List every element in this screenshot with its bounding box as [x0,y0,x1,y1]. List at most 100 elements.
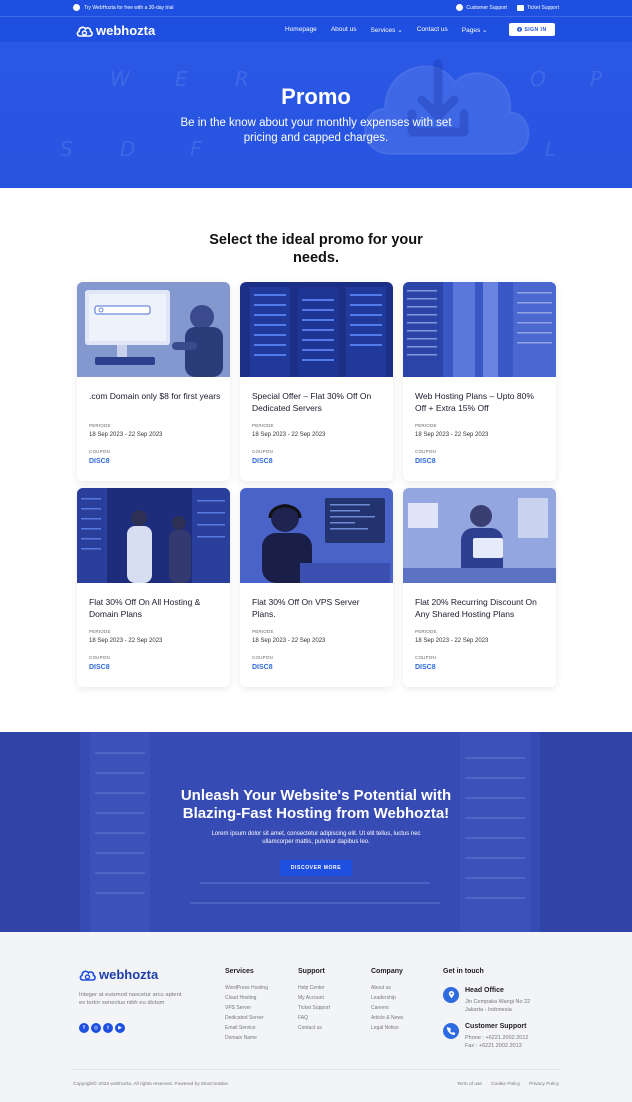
period-value: 18 Sep 2023 - 22 Sep 2023 [252,638,326,644]
chevron-down-icon: ⌄ [482,27,488,34]
footer-link[interactable]: Email Service [225,1023,268,1033]
nav-item-services-label: Services [370,27,396,34]
footer-link[interactable]: Ticket Support [298,1003,330,1013]
phone-icon [443,1023,459,1039]
terms-link[interactable]: Term of use [457,1082,482,1087]
footer-link[interactable]: Contact us [298,1023,330,1033]
head-office-address: Jln Cempaka Wangi No 22 [465,999,531,1005]
footer-link[interactable]: My Account [298,993,330,1003]
period-label: PERIODE [415,423,437,428]
period-label: PERIODE [89,423,111,428]
footer-link[interactable]: Domain Name [225,1033,268,1043]
cookie-policy-link[interactable]: Cookie Policy [491,1082,520,1087]
footer-link[interactable]: WordPress Hosting [225,983,268,993]
sign-in-button[interactable]: SIGN IN [509,23,555,36]
chat-icon [456,4,464,11]
promo-card[interactable]: Flat 30% Off On All Hosting & Domain Pla… [77,488,230,687]
footer-link[interactable]: FAQ [298,1013,330,1023]
footer-link[interactable]: Dedicated Server [225,1013,268,1023]
footer-link[interactable]: Help Center [298,983,330,993]
promo-card[interactable]: Special Offer – Flat 30% Off On Dedicate… [240,282,393,481]
cta-title: Unleash Your Website's Potential with Bl… [180,787,452,822]
promo-image [403,488,556,583]
trial-notice[interactable]: Try WebHozta for free with a 30-day tria… [73,4,173,11]
youtube-icon[interactable]: ▶ [115,1023,125,1033]
location-pin-icon [443,987,459,1003]
head-office-city: Jakarta - Indonesia [465,1007,512,1013]
customer-support-label: Customer Support [466,4,507,11]
coupon-code[interactable]: DISC8 [89,664,110,671]
twitter-icon[interactable]: t [103,1023,113,1033]
period-value: 18 Sep 2023 - 22 Sep 2023 [252,432,326,438]
logo-text: webhozta [96,23,156,38]
footer-column-title: Services [225,968,254,975]
footer-column-title: Company [371,968,403,975]
logo[interactable]: webhozta [76,23,155,38]
nav-item-about[interactable]: About us [331,26,357,34]
promo-card[interactable]: Flat 20% Recurring Discount On Any Share… [403,488,556,687]
hero-banner: S D F W E R O P L Promo Be in the know a… [0,42,632,188]
promo-card[interactable]: Web Hosting Plans – Upto 80% Off + Extra… [403,282,556,481]
footer-column-contact: Get in touch [443,968,484,983]
sign-in-label: SIGN IN [524,26,547,33]
promo-card[interactable]: Flat 30% Off On VPS Server Plans. PERIOD… [240,488,393,687]
social-links: f ◎ t ▶ [79,1023,125,1033]
user-icon [517,27,523,32]
footer-link[interactable]: Leadership [371,993,404,1003]
coupon-code[interactable]: DISC8 [252,458,273,465]
promo-image [77,488,230,583]
trial-text: Try WebHozta for free with a 30-day tria… [84,4,174,11]
nav-item-pages[interactable]: Pages ⌄ [462,26,488,34]
ticket-support-link[interactable]: Ticket Support [516,4,559,11]
footer-logo[interactable]: webhozta [79,967,158,982]
footer-link[interactable]: Legal Notice [371,1023,404,1033]
coupon-code[interactable]: DISC8 [252,664,273,671]
info-icon [73,4,80,11]
coupon-label: COUPON [89,655,110,660]
coupon-code[interactable]: DISC8 [415,664,436,671]
promo-title: Flat 20% Recurring Discount On Any Share… [415,597,537,619]
period-value: 18 Sep 2023 - 22 Sep 2023 [89,638,163,644]
period-value: 18 Sep 2023 - 22 Sep 2023 [89,432,163,438]
cta-text: Lorem ipsum dolor sit amet, consectetur … [211,831,421,845]
chevron-down-icon: ⌄ [397,27,403,34]
promo-title: Flat 30% Off On VPS Server Plans. [252,597,360,619]
promo-title: Flat 30% Off On All Hosting & Domain Pla… [89,597,201,619]
nav-item-homepage[interactable]: Homepage [285,26,317,34]
footer-logo-text: webhozta [99,967,159,982]
footer-divider [73,1069,559,1070]
facebook-icon[interactable]: f [79,1023,89,1033]
promo-section-title: Select the ideal promo for your needs. [209,232,423,266]
top-bar: Try WebHozta for free with a 30-day tria… [0,0,632,16]
copyright: Copyright© 2023 webhozta. All rights res… [73,1082,230,1087]
footer-column-title: Get in touch [443,968,484,975]
footer-link[interactable]: Article & News [371,1013,404,1023]
promo-image [240,488,393,583]
nav-item-contact[interactable]: Contact us [417,26,448,34]
nav-item-services[interactable]: Services ⌄ [370,26,402,34]
footer-link[interactable]: Careers [371,1003,404,1013]
legal-links: Term of use Cookie Policy Privacy Policy [457,1082,559,1087]
footer-link[interactable]: About us [371,983,404,993]
coupon-code[interactable]: DISC8 [415,458,436,465]
discover-more-button[interactable]: DISCOVER MORE [280,860,352,876]
support-phone[interactable]: Phone : +6221.2002.2012 [465,1034,528,1042]
period-label: PERIODE [89,629,111,634]
period-label: PERIODE [415,629,437,634]
footer-link[interactable]: VPS Server [225,1003,268,1013]
keyboard-key-decoration: L [545,137,557,161]
keyboard-key-decoration: D [120,137,136,161]
coupon-code[interactable]: DISC8 [89,458,110,465]
cta-banner: Unleash Your Website's Potential with Bl… [0,732,632,932]
footer-link[interactable]: Cloud Hosting [225,993,268,1003]
privacy-policy-link[interactable]: Privacy Policy [529,1082,559,1087]
footer-column-title: Support [298,968,325,975]
promo-title: Web Hosting Plans – Upto 80% Off + Extra… [415,391,534,413]
instagram-icon[interactable]: ◎ [91,1023,101,1033]
promo-image [77,282,230,377]
promo-image [403,282,556,377]
customer-support-link[interactable]: Customer Support [456,4,507,11]
nav-item-pages-label: Pages [461,27,481,34]
promo-card[interactable]: .com Domain only $8 for first years PERI… [77,282,230,481]
coupon-label: COUPON [252,655,273,660]
